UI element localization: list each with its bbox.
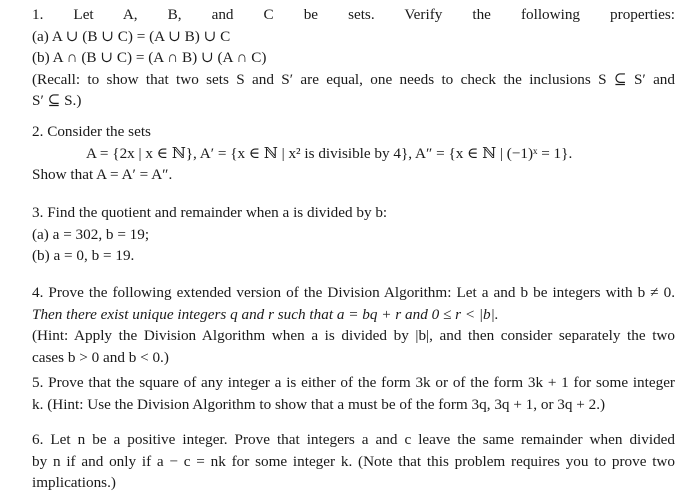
problem-5: 5. Prove that the square of any integer … xyxy=(32,372,675,415)
problem-1-part-a: (a) A ∪ (B ∪ C) = (A ∪ B) ∪ C xyxy=(32,27,231,45)
problem-2: 2. Consider the sets A = {2x | x ∈ ℕ}, A… xyxy=(32,121,675,186)
problem-5-hint: k. (Hint: Use the Division Algorithm to … xyxy=(32,395,606,413)
problem-3-part-a: (a) a = 302, b = 19; xyxy=(32,225,150,243)
problem-4-hint-line-2: cases b > 0 and b < 0.) xyxy=(32,348,169,366)
problem-3-statement: 3. Find the quotient and remainder when … xyxy=(32,204,388,221)
problem-6-statement-line-3: implications.) xyxy=(32,474,116,491)
problem-1: 1. Let A, B, and C be sets. Verify the f… xyxy=(32,4,675,112)
problem-4-theorem: Then there exist unique integers q and r… xyxy=(32,305,499,323)
problem-6-statement-line-2: by n if and only if a − c = nk for some … xyxy=(32,452,675,470)
document-page: 1. Let A, B, and C be sets. Verify the f… xyxy=(0,0,699,491)
problem-6: 6. Let n be a positive integer. Prove th… xyxy=(32,429,675,494)
problem-6-statement-line-1: 6. Let n be a positive integer. Prove th… xyxy=(32,431,675,448)
problem-1-recall-line-1: (Recall: to show that two sets S and S′ … xyxy=(32,70,675,88)
problem-4-hint-line-1: (Hint: Apply the Division Algorithm when… xyxy=(32,327,675,344)
problem-3: 3. Find the quotient and remainder when … xyxy=(32,202,675,267)
problem-4-statement: 4. Prove the following extended version … xyxy=(32,284,675,301)
problem-2-statement: 2. Consider the sets xyxy=(32,123,151,140)
problem-5-statement: 5. Prove that the square of any integer … xyxy=(32,374,675,391)
problem-1-statement: 1. Let A, B, and C be sets. Verify the f… xyxy=(32,6,675,23)
problem-1-recall-line-2: S′ ⊆ S.) xyxy=(32,92,82,109)
problem-2-set-definitions: A = {2x | x ∈ ℕ}, A′ = {x ∈ ℕ | x² is di… xyxy=(86,144,573,162)
problem-1-part-b: (b) A ∩ (B ∪ C) = (A ∩ B) ∪ (A ∩ C) xyxy=(32,49,267,66)
problem-2-task: Show that A = A′ = A″. xyxy=(32,166,173,183)
problem-3-part-b: (b) a = 0, b = 19. xyxy=(32,247,135,264)
problem-4: 4. Prove the following extended version … xyxy=(32,282,675,368)
